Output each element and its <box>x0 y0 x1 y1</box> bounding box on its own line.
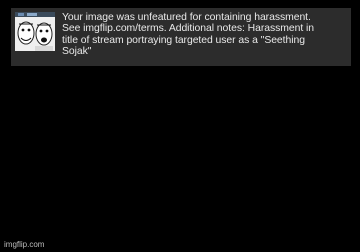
screen: Your image was unfeatured for containing… <box>0 0 360 252</box>
soyjak-meme-thumbnail-icon <box>15 12 55 51</box>
unfeatured-notice: Your image was unfeatured for containing… <box>11 8 351 66</box>
meme-thumbnail[interactable] <box>15 12 55 51</box>
imgflip-watermark: imgflip.com <box>4 240 45 249</box>
notice-message: Your image was unfeatured for containing… <box>62 12 314 58</box>
